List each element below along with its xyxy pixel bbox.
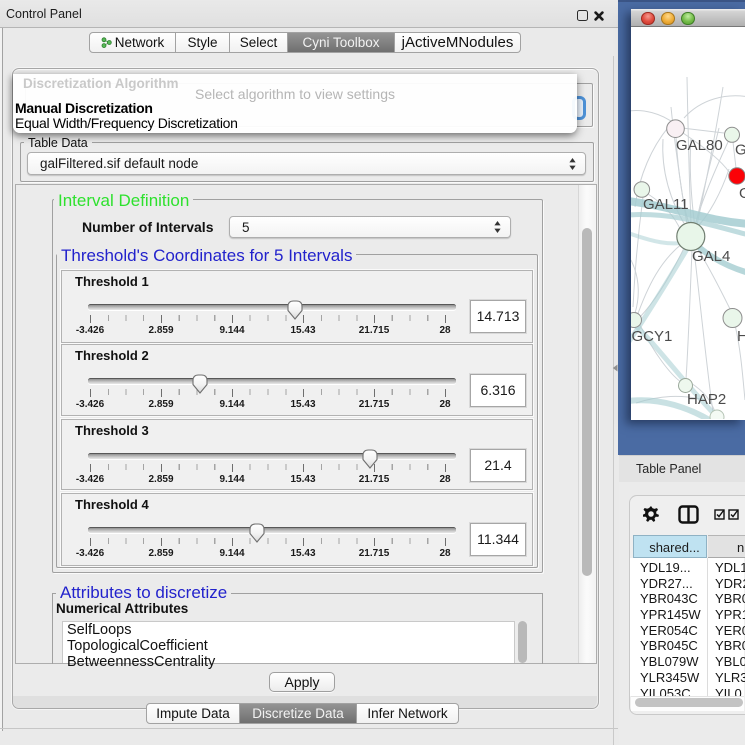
svg-text:H: H bbox=[737, 328, 745, 345]
svg-text:G: G bbox=[739, 185, 745, 202]
svg-text:HAP2: HAP2 bbox=[687, 391, 726, 408]
svg-text:GAL4: GAL4 bbox=[692, 248, 730, 265]
svg-text:GA: GA bbox=[735, 142, 745, 159]
svg-text:GAL11: GAL11 bbox=[643, 196, 689, 213]
svg-text:GAL80: GAL80 bbox=[676, 137, 723, 154]
svg-text:GCY1: GCY1 bbox=[632, 328, 673, 345]
